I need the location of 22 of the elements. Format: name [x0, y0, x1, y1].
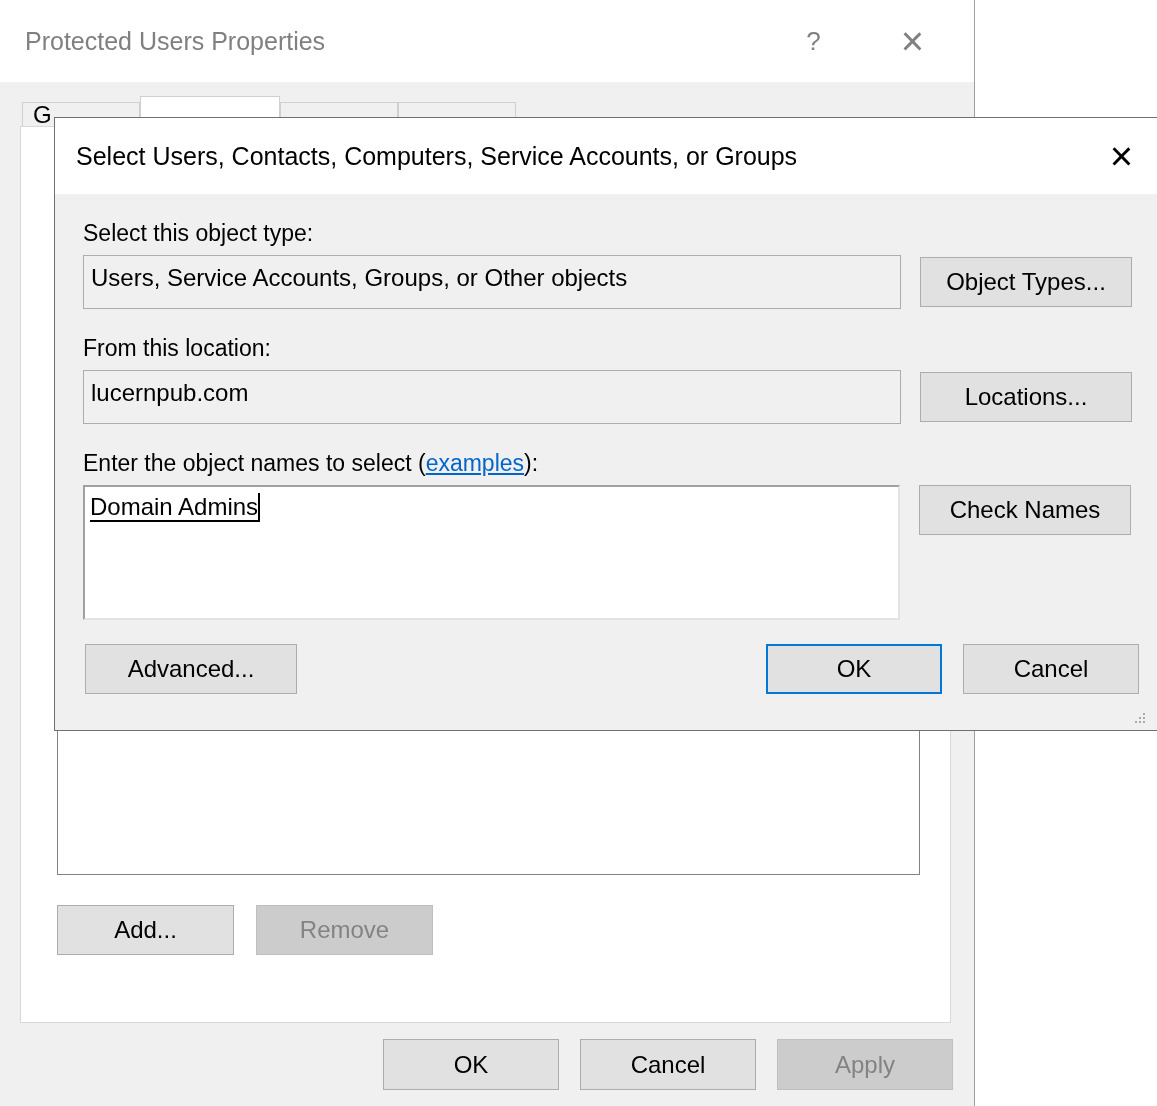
object-names-label: Enter the object names to select (examples):: [83, 450, 540, 476]
window-title: Protected Users Properties: [25, 26, 327, 56]
resize-grip-icon: [1134, 712, 1146, 724]
add-button[interactable]: Add...: [57, 905, 234, 955]
location-field: lucernpub.com: [83, 370, 901, 424]
object-types-button[interactable]: Object Types...: [920, 257, 1132, 307]
help-button[interactable]: ?: [806, 25, 821, 57]
advanced-button[interactable]: Advanced...: [85, 644, 297, 694]
object-type-label: Select this object type:: [83, 220, 315, 246]
object-names-field[interactable]: Domain Admins: [83, 485, 900, 620]
close-button[interactable]: ×: [900, 18, 924, 64]
check-names-button[interactable]: Check Names: [919, 485, 1131, 535]
cancel-button[interactable]: Cancel: [963, 644, 1139, 694]
ok-button[interactable]: OK: [766, 644, 942, 694]
close-button[interactable]: ×: [1109, 133, 1133, 179]
locations-button[interactable]: Locations...: [920, 372, 1132, 422]
location-label: From this location:: [83, 335, 272, 361]
dialog-title: Select Users, Contacts, Computers, Service Accounts, or Groups: [76, 141, 799, 171]
ok-button[interactable]: OK: [383, 1039, 559, 1090]
object-type-field: Users, Service Accounts, Groups, or Other objects: [83, 255, 901, 309]
examples-link[interactable]: examples: [425, 450, 525, 476]
cancel-button[interactable]: Cancel: [580, 1039, 756, 1090]
